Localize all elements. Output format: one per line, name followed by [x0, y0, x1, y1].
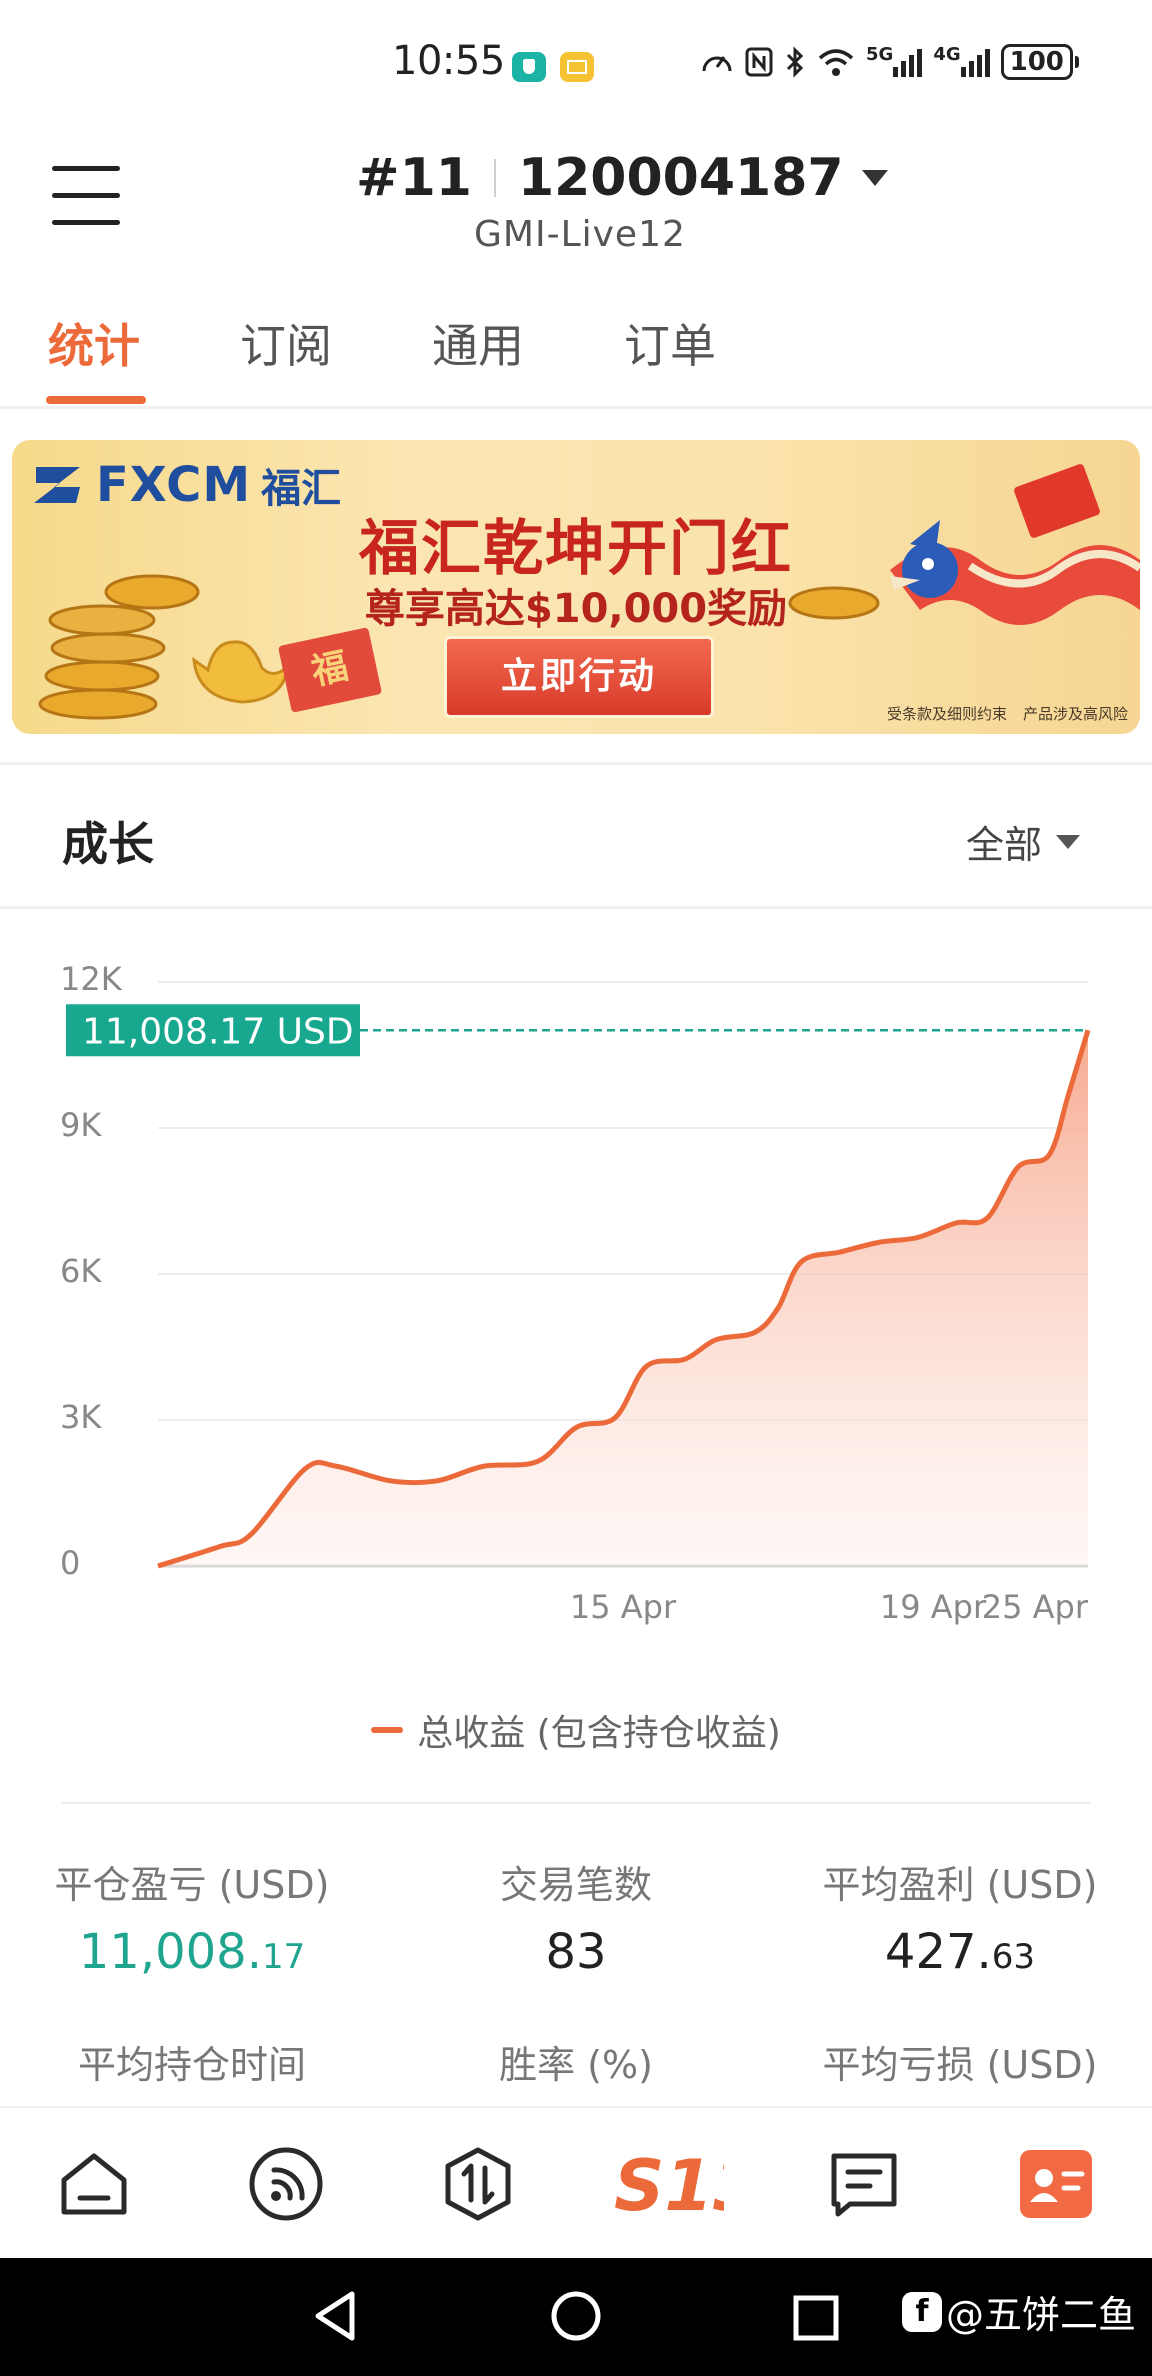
y-tick-label: 6K: [60, 1252, 102, 1290]
back-icon: [315, 2291, 355, 2341]
account-id: 120004187: [517, 148, 844, 208]
closed-pnl-int: 11,008.: [78, 1924, 262, 1980]
fine-print-terms: 受条款及细则约束: [886, 705, 1007, 723]
legend-swatch: [371, 1727, 404, 1733]
watermark-text: @五饼二鱼: [945, 2293, 1136, 2337]
s13-logo-text: S13: [614, 2145, 724, 2224]
divider: [0, 906, 1152, 909]
back-button[interactable]: [306, 2286, 366, 2350]
banner-fine-print: 受条款及细则约束 产品涉及高风险: [871, 703, 1128, 724]
range-select[interactable]: 全部: [966, 814, 1081, 869]
watermark: f @五饼二鱼: [901, 2284, 1136, 2339]
avg-profit-int: 427.: [884, 1924, 992, 1980]
battery-level: 100: [1000, 44, 1073, 80]
nav-feed[interactable]: [246, 2144, 326, 2224]
home-circle-icon: [551, 2291, 601, 2341]
active-tab-indicator: [46, 396, 146, 404]
title-divider: [493, 159, 496, 197]
chart-legend: 总收益 (包含持仓收益): [0, 1704, 1152, 1756]
nav-chat[interactable]: [824, 2144, 904, 2224]
bluetooth-icon: [786, 46, 804, 78]
trade-icon: [445, 2147, 511, 2221]
growth-chart: 0 3K 6K 9K 12K 11,008.17 USD 15 Apr 19 Apr25 …: [60, 960, 1091, 1626]
system-nav-bar: f @五饼二鱼: [0, 2258, 1152, 2376]
fine-print-risk: 产品涉及高风险: [1022, 705, 1128, 723]
avg-loss-label: 平均亏损 (USD): [822, 2043, 1098, 2087]
banner-cta-button[interactable]: 立即行动: [444, 636, 714, 718]
win-rate-label: 胜率 (%): [499, 2043, 653, 2087]
nav-trade[interactable]: [438, 2144, 518, 2224]
tab-subscribe[interactable]: 订阅: [240, 310, 332, 376]
nav-home[interactable]: [54, 2144, 134, 2224]
trades-value: 83: [545, 1924, 607, 1980]
speed-icon: [702, 56, 732, 72]
battery-indicator: 100: [1000, 44, 1079, 80]
divider: [0, 406, 1152, 409]
server-name: GMI-Live12: [474, 214, 686, 255]
nfc-icon: [745, 47, 773, 77]
x-tick-label: 19 Apr: [880, 1588, 987, 1626]
y-tick-label: 3K: [60, 1398, 102, 1436]
tab-statistics[interactable]: 统计: [48, 310, 140, 376]
network-5g-label: 5G: [866, 44, 894, 65]
account-selector[interactable]: #11 120004187: [356, 148, 888, 208]
status-time: 10:55: [392, 38, 505, 84]
signal-icon: [893, 49, 923, 77]
closed-pnl-value: 11,008.17: [0, 1924, 384, 1980]
growth-title: 成长: [62, 817, 154, 871]
bottom-nav: S13: [0, 2106, 1152, 2260]
y-tick-label: 12K: [60, 960, 123, 998]
home-button[interactable]: [546, 2286, 606, 2350]
avg-hold-label: 平均持仓时间: [77, 2043, 306, 2087]
signal-feed-icon: [249, 2147, 323, 2221]
range-value: 全部: [966, 823, 1043, 867]
trades-label: 交易笔数: [499, 1863, 652, 1907]
chevron-down-icon: [861, 170, 888, 186]
home-icon: [61, 2153, 127, 2215]
promo-banner[interactable]: FXCM 福汇 福汇乾坤开门红 尊享高达$10,000奖励 立即行动 福 受条款…: [12, 440, 1140, 734]
avg-profit-value: 427.63: [768, 1924, 1152, 1980]
recents-button[interactable]: [786, 2286, 846, 2350]
shield-app-icon: [512, 52, 546, 82]
tab-orders[interactable]: 订单: [624, 310, 716, 376]
closed-pnl-label: 平仓盈亏 (USD): [54, 1863, 330, 1907]
tab-general[interactable]: 通用: [432, 310, 524, 376]
y-tick-label: 0: [60, 1544, 80, 1582]
s13-logo: S13: [614, 2145, 762, 2227]
current-value-label: 11,008.17 USD: [82, 1011, 354, 1052]
avg-profit-label: 平均盈利 (USD): [822, 1863, 1098, 1907]
platform-logo-icon: f: [901, 2291, 942, 2332]
recents-icon: [793, 2295, 839, 2341]
wifi-icon: [818, 49, 854, 76]
avg-profit-frac: 63: [991, 1937, 1036, 1977]
network-4g-label: 4G: [933, 44, 961, 65]
x-tick-label: 15 Apr: [570, 1588, 677, 1626]
nav-s13[interactable]: S13: [614, 2144, 762, 2227]
signal-icon: [960, 49, 990, 77]
mail-app-icon: [560, 52, 594, 82]
chat-icon: [831, 2153, 897, 2217]
account-card-icon: [1020, 2150, 1092, 2218]
y-tick-label: 9K: [60, 1106, 102, 1144]
dragon-illustration: [890, 464, 1140, 625]
menu-icon[interactable]: [52, 166, 120, 230]
nav-account[interactable]: [1016, 2144, 1096, 2224]
chevron-down-icon: [1056, 834, 1081, 849]
legend-label: 总收益 (包含持仓收益): [417, 1713, 781, 1754]
divider: [62, 1802, 1090, 1804]
x-tick-label: 25 Apr: [982, 1588, 1089, 1626]
series-area: [158, 1030, 1088, 1566]
closed-pnl-frac: 17: [261, 1937, 306, 1977]
divider: [0, 762, 1152, 765]
account-number: #11: [356, 148, 472, 208]
tab-bar: 统计 订阅 通用 订单: [0, 310, 1152, 406]
